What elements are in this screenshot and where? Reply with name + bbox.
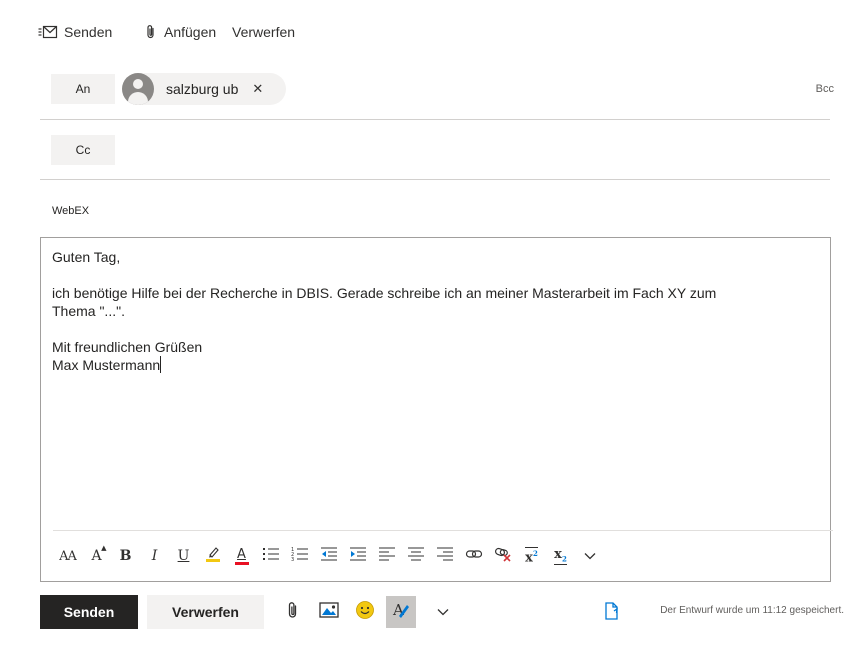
subscript-icon: x2 [554, 547, 567, 565]
bottom-bar: Senden Verwerfen A Der Entwurf wurde um … [0, 595, 861, 635]
align-center-button[interactable] [401, 543, 430, 569]
body-signature-line: Max Mustermann [52, 356, 822, 374]
body-paragraph-line1: ich benötige Hilfe bei der Recherche in … [52, 285, 717, 301]
superscript-icon: x2 [525, 546, 538, 566]
send-button-label: Senden [63, 604, 115, 620]
unlink-icon [494, 546, 512, 567]
to-divider [40, 119, 830, 120]
bold-button[interactable]: B [111, 543, 140, 569]
to-label: An [75, 82, 91, 96]
highlighter-icon [204, 545, 222, 568]
send-button[interactable]: Senden [40, 595, 138, 629]
message-body[interactable]: Guten Tag, ich benötige Hilfe bei der Re… [52, 248, 822, 374]
align-right-icon [436, 546, 454, 567]
paperclip-icon [287, 601, 299, 624]
chevron-down-icon [437, 603, 449, 621]
subscript-button[interactable]: x2 [546, 543, 575, 569]
recipient-chip[interactable]: salzburg ub ✕ [122, 73, 286, 105]
align-left-button[interactable] [372, 543, 401, 569]
message-editor[interactable]: Guten Tag, ich benötige Hilfe bei der Re… [40, 237, 833, 582]
subject-input[interactable]: WebEX [52, 205, 89, 217]
italic-icon: I [151, 548, 158, 564]
cc-divider [40, 179, 830, 180]
send-icon [38, 24, 58, 40]
remove-recipient-icon[interactable]: ✕ [252, 81, 263, 97]
format-toggle-button[interactable]: A [386, 596, 416, 628]
chevron-down-icon [584, 547, 596, 565]
discard-top-label: Verwerfen [232, 24, 296, 40]
grow-font-icon: A ▲ [91, 544, 107, 564]
font-color-icon: A [234, 548, 249, 565]
picture-icon [319, 601, 339, 624]
body-signature: Max Mustermann [52, 357, 161, 373]
font-size-button[interactable]: AA [53, 543, 82, 569]
send-top-label: Senden [64, 24, 113, 40]
underline-button[interactable]: U [169, 543, 198, 569]
increase-indent-icon [349, 546, 367, 567]
discard-button[interactable]: Verwerfen [147, 595, 264, 629]
format-toolbar: AA A ▲ B I U A 1 2 3 x2 x2 [53, 543, 604, 569]
send-top-button[interactable]: Senden [38, 20, 112, 44]
italic-button[interactable]: I [140, 543, 169, 569]
bullet-list-icon [262, 546, 280, 567]
increase-indent-button[interactable] [343, 543, 372, 569]
body-paragraph-line2: Thema "...". [52, 303, 125, 319]
emoji-button[interactable] [352, 600, 378, 624]
emoji-icon [355, 600, 375, 625]
link-icon [465, 546, 483, 567]
more-format-button[interactable] [575, 543, 604, 569]
bcc-link[interactable]: Bcc [816, 83, 834, 95]
format-bar-divider [53, 530, 833, 531]
remove-link-button[interactable] [488, 543, 517, 569]
superscript-button[interactable]: x2 [517, 543, 546, 569]
align-right-button[interactable] [430, 543, 459, 569]
align-left-icon [378, 546, 396, 567]
more-options-button[interactable] [430, 600, 456, 624]
decrease-indent-button[interactable] [314, 543, 343, 569]
svg-text:3: 3 [291, 557, 294, 562]
draft-saved-icon [604, 602, 620, 625]
cc-label: Cc [75, 143, 91, 157]
grow-font-button[interactable]: A ▲ [82, 543, 111, 569]
numbered-list-button[interactable]: 1 2 3 [285, 543, 314, 569]
insert-picture-button[interactable] [316, 600, 342, 624]
text-cursor [160, 356, 162, 373]
attach-bottom-button[interactable] [280, 600, 306, 624]
attach-top-button[interactable]: Anfügen [144, 20, 216, 44]
highlight-button[interactable] [198, 543, 227, 569]
to-button[interactable]: An [51, 74, 115, 104]
body-greeting: Guten Tag, [52, 249, 121, 265]
underline-icon: U [177, 548, 190, 564]
numbered-list-icon: 1 2 3 [291, 546, 309, 567]
cc-button[interactable]: Cc [51, 135, 115, 165]
discard-top-button[interactable]: Verwerfen [232, 20, 295, 44]
decrease-indent-icon [320, 546, 338, 567]
paperclip-icon [144, 24, 158, 40]
bold-icon: B [119, 548, 132, 564]
bullet-list-button[interactable] [256, 543, 285, 569]
avatar [122, 73, 154, 105]
recipient-name: salzburg ub [166, 81, 239, 97]
top-toolbar: Senden Anfügen Verwerfen [0, 0, 861, 60]
insert-link-button[interactable] [459, 543, 488, 569]
discard-button-label: Verwerfen [172, 604, 239, 620]
attach-top-label: Anfügen [164, 24, 217, 40]
format-painter-icon: A [391, 600, 411, 625]
font-color-button[interactable]: A [227, 543, 256, 569]
align-center-icon [407, 546, 425, 567]
font-size-icon: AA [59, 548, 77, 564]
body-closing: Mit freundlichen Grüßen [52, 339, 203, 355]
draft-status-text: Der Entwurf wurde um 11:12 gespeichert. [660, 605, 844, 616]
